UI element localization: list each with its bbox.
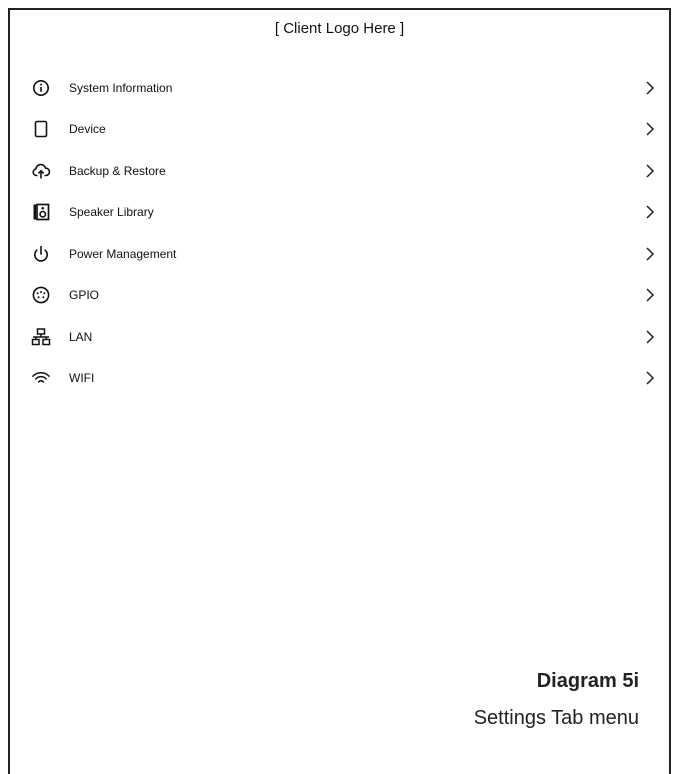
cloud-upload-icon	[31, 161, 51, 181]
menu-item-label: Speaker Library	[69, 205, 154, 220]
menu-item-label: Device	[69, 122, 106, 137]
chevron-right-icon	[644, 80, 656, 96]
wifi-icon	[31, 368, 51, 388]
device-icon	[31, 119, 51, 139]
diagram-caption-title: Diagram 5i	[536, 670, 639, 692]
menu-item-wifi[interactable]: WIFI	[10, 358, 669, 400]
menu-item-speaker-library[interactable]: Speaker Library	[10, 192, 669, 234]
power-icon	[31, 244, 51, 264]
menu-item-lan[interactable]: LAN	[10, 316, 669, 358]
chevron-right-icon	[644, 246, 656, 262]
menu-item-label: WIFI	[69, 371, 95, 386]
lan-network-icon	[31, 327, 51, 347]
menu-item-label: Backup & Restore	[69, 163, 166, 178]
diagram-caption-subtitle: Settings Tab menu	[473, 707, 639, 729]
speaker-icon	[31, 202, 51, 222]
chevron-right-icon	[644, 370, 656, 386]
menu-item-label: LAN	[69, 329, 93, 344]
menu-item-label: GPIO	[69, 288, 100, 303]
info-icon	[31, 78, 51, 98]
chevron-right-icon	[644, 121, 656, 137]
menu-item-gpio[interactable]: GPIO	[10, 275, 669, 317]
menu-item-backup-restore[interactable]: Backup & Restore	[10, 150, 669, 192]
settings-screen-frame: [ Client Logo Here ] System Information …	[8, 8, 671, 774]
menu-item-label: System Information	[69, 80, 173, 95]
chevron-right-icon	[644, 204, 656, 220]
menu-item-device[interactable]: Device	[10, 109, 669, 151]
client-logo-placeholder: [ Client Logo Here ]	[274, 20, 405, 37]
settings-menu: System Information Device Backup & Resto…	[10, 67, 669, 399]
chevron-right-icon	[644, 163, 656, 179]
chevron-right-icon	[644, 329, 656, 345]
menu-item-power-management[interactable]: Power Management	[10, 233, 669, 275]
gpio-connector-icon	[31, 285, 51, 305]
menu-item-system-information[interactable]: System Information	[10, 67, 669, 109]
menu-item-label: Power Management	[69, 246, 177, 261]
chevron-right-icon	[644, 287, 656, 303]
